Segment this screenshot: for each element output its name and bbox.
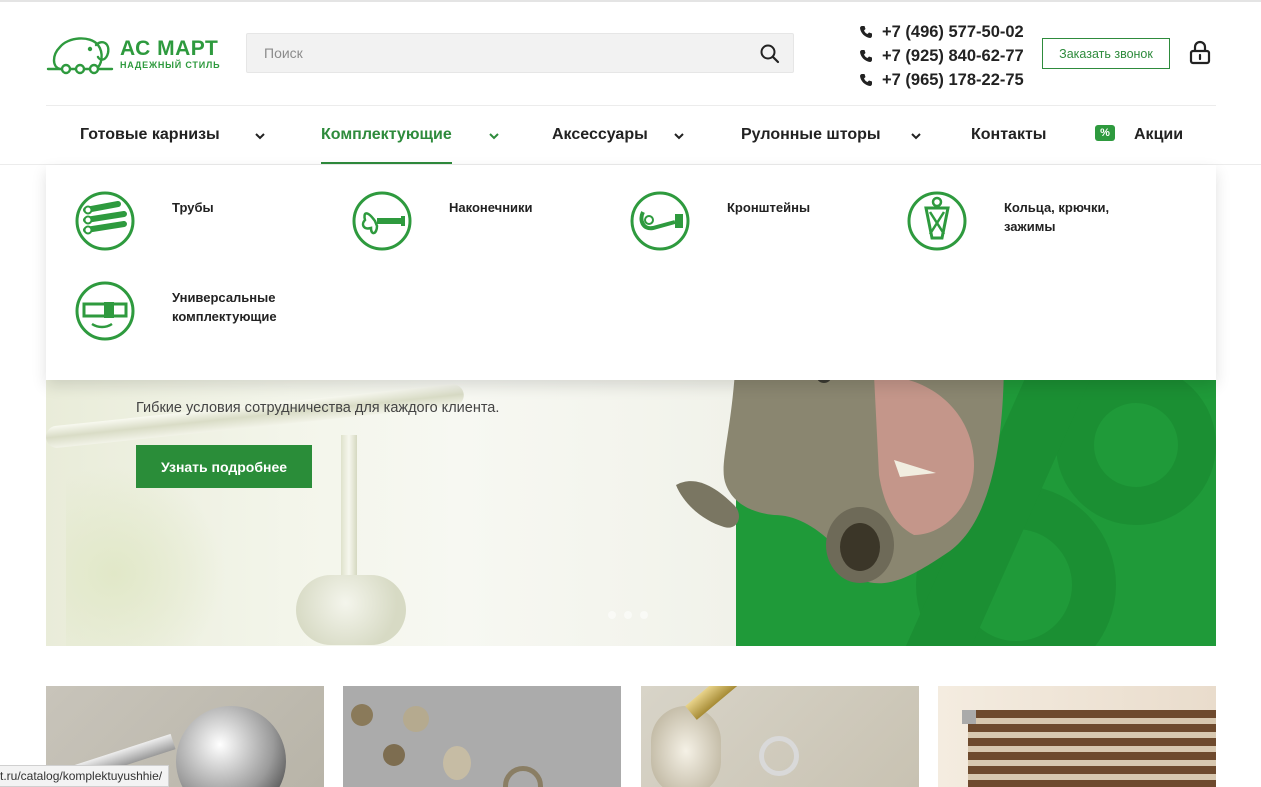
nav-item-components[interactable]: Комплектующие: [321, 106, 486, 164]
dropdown-item-brackets[interactable]: Кронштейны: [629, 190, 877, 252]
dropdown-label: Универсальные комплектующие: [172, 290, 277, 324]
components-dropdown: Трубы Наконечники Кронштейны Кольца, крю…: [46, 165, 1216, 380]
phone-icon: [860, 26, 872, 38]
dropdown-item-rings-hooks-clips[interactable]: Кольца, крючки, зажимы: [906, 190, 1154, 252]
logo-tagline: НАДЕЖНЫЙ СТИЛЬ: [120, 59, 221, 70]
phone-list: +7 (496) 577-50-02 +7 (925) 840-62-77 +7…: [858, 20, 1028, 92]
nav-item-roller-blinds[interactable]: Рулонные шторы: [741, 106, 881, 164]
dropdown-label: Трубы: [172, 200, 214, 215]
nav-item-promotions[interactable]: Акции: [1134, 106, 1183, 164]
status-bar-url: t.ru/catalog/komplektuyushhie/: [0, 765, 170, 787]
category-card-image[interactable]: [641, 686, 919, 787]
search-icon[interactable]: [759, 43, 781, 65]
elephant-mascot-image: [676, 355, 1004, 584]
chevron-down-icon[interactable]: [488, 132, 500, 140]
phone-number: +7 (925) 840-62-77: [882, 46, 1024, 65]
slider-dots: [608, 611, 648, 619]
phone-item[interactable]: +7 (965) 178-22-75: [858, 68, 1028, 92]
chevron-down-icon[interactable]: [254, 132, 266, 140]
percent-icon: %: [1095, 125, 1115, 141]
callback-button[interactable]: Заказать звонок: [1042, 38, 1170, 69]
logo-title: АС МАРТ: [120, 36, 219, 60]
dropdown-label: Кольца, крючки, зажимы: [1004, 200, 1110, 234]
nav-label: Контакты: [971, 126, 1047, 143]
dropdown-label: Кронштейны: [727, 200, 811, 215]
nav-label: Рулонные шторы: [741, 126, 881, 143]
slider-dot[interactable]: [608, 611, 616, 619]
phone-item[interactable]: +7 (925) 840-62-77: [858, 44, 1028, 68]
nav-item-contacts[interactable]: Контакты: [971, 106, 1046, 164]
nav-label: Аксессуары: [552, 126, 648, 143]
pipes-icon: [75, 191, 135, 251]
top-border: [0, 0, 1261, 2]
dropdown-label: Наконечники: [449, 200, 533, 215]
lock-icon[interactable]: [1188, 40, 1212, 66]
phone-icon: [860, 50, 872, 62]
finial-icon: [352, 191, 412, 251]
dropdown-item-pipes[interactable]: Трубы: [74, 190, 322, 252]
nav-label: Акции: [1134, 126, 1184, 143]
elephant-logo-icon: [46, 37, 114, 75]
slider-dot[interactable]: [640, 611, 648, 619]
dropdown-item-universal[interactable]: Универсальные комплектующие: [74, 280, 322, 342]
phone-number: +7 (965) 178-22-75: [882, 70, 1024, 89]
phone-number: +7 (496) 577-50-02: [882, 22, 1024, 41]
search-bar: [246, 33, 794, 73]
chevron-down-icon[interactable]: [910, 132, 922, 140]
nav-label: Готовые карнизы: [80, 126, 220, 143]
category-card-image[interactable]: [343, 686, 621, 787]
phone-item[interactable]: +7 (496) 577-50-02: [858, 20, 1028, 44]
dropdown-item-finials[interactable]: Наконечники: [351, 190, 599, 252]
nav-label: Комплектующие: [321, 126, 452, 143]
category-card-image[interactable]: [938, 686, 1216, 787]
main-nav: Готовые карнизы Комплектующие Аксессуары…: [46, 106, 1216, 164]
search-input[interactable]: [247, 34, 727, 72]
nav-item-ready-cornices[interactable]: Готовые карнизы: [80, 106, 220, 164]
slider-dot[interactable]: [624, 611, 632, 619]
universal-icon: [75, 281, 135, 341]
learn-more-button[interactable]: Узнать подробнее: [136, 445, 312, 488]
banner-subtitle: Гибкие условия сотрудничества для каждог…: [136, 400, 500, 416]
clip-icon: [907, 191, 967, 251]
nav-item-accessories[interactable]: Аксессуары: [552, 106, 648, 164]
site-logo[interactable]: АС МАРТ НАДЕЖНЫЙ СТИЛЬ: [46, 30, 226, 78]
category-cards: [46, 686, 1216, 787]
chevron-down-icon[interactable]: [673, 132, 685, 140]
bracket-icon: [630, 191, 690, 251]
phone-icon: [860, 74, 872, 86]
